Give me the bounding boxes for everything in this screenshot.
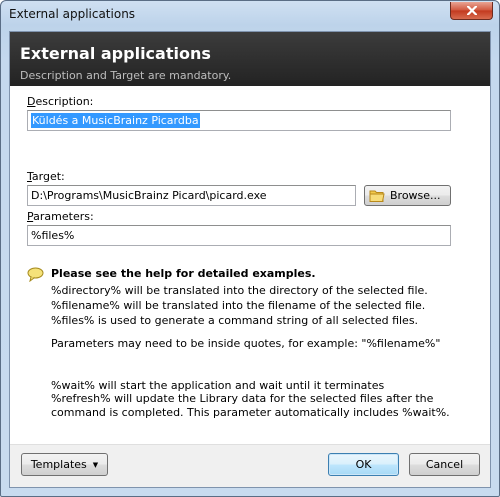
form-area: Description: Küldés a MusicBrainz Picard… — [10, 86, 490, 445]
help-refresh-text: %refresh% will update the Library data f… — [51, 392, 434, 405]
description-label: Description: — [27, 95, 94, 108]
cancel-label: Cancel — [425, 458, 464, 471]
close-button[interactable] — [450, 2, 493, 20]
cancel-button[interactable]: Cancel — [409, 453, 480, 476]
ok-label: OK — [355, 458, 372, 471]
ok-button[interactable]: OK — [328, 453, 399, 476]
help-heading: Please see the help for detailed example… — [51, 267, 316, 280]
title-bar[interactable]: External applications — [1, 1, 499, 29]
close-icon — [466, 6, 477, 15]
parameters-label: Parameters: — [27, 210, 94, 223]
help-refresh-text-2: command is completed. This parameter aut… — [51, 406, 450, 419]
dialog-footer: Templates ▼ OK Cancel — [10, 444, 490, 487]
window-title: External applications — [9, 7, 136, 21]
help-filename-text: %filename% will be translated into the f… — [51, 299, 426, 312]
dialog-header: External applications Description and Ta… — [10, 32, 490, 86]
page-subtitle: Description and Target are mandatory. — [20, 69, 232, 82]
dialog-window: External applications External applicati… — [0, 0, 500, 497]
templates-label: Templates — [30, 458, 87, 471]
templates-button[interactable]: Templates ▼ — [21, 453, 108, 476]
help-files-text: %files% is used to generate a command st… — [51, 314, 419, 327]
parameters-value: %files% — [31, 229, 75, 242]
target-value: D:\Programs\MusicBrainz Picard\picard.ex… — [31, 189, 267, 202]
help-directory-text: %directory% will be translated into the … — [51, 284, 428, 297]
target-field[interactable]: D:\Programs\MusicBrainz Picard\picard.ex… — [27, 185, 356, 206]
speech-bubble-icon — [27, 267, 44, 282]
description-field[interactable]: Küldés a MusicBrainz Picardba — [27, 110, 451, 131]
page-title: External applications — [20, 44, 211, 63]
dialog-body: External applications Description and Ta… — [9, 31, 491, 488]
help-wait-text: %wait% will start the application and wa… — [51, 379, 385, 392]
browse-button[interactable]: Browse... — [364, 185, 451, 206]
parameters-field[interactable]: %files% — [27, 225, 451, 246]
target-label: Target: — [27, 170, 65, 183]
browse-label: Browse... — [390, 189, 441, 202]
dropdown-arrow-icon: ▼ — [92, 460, 99, 469]
description-value: Küldés a MusicBrainz Picardba — [31, 113, 200, 128]
folder-icon — [369, 190, 385, 202]
help-quotes-text: Parameters may need to be inside quotes,… — [51, 337, 441, 350]
